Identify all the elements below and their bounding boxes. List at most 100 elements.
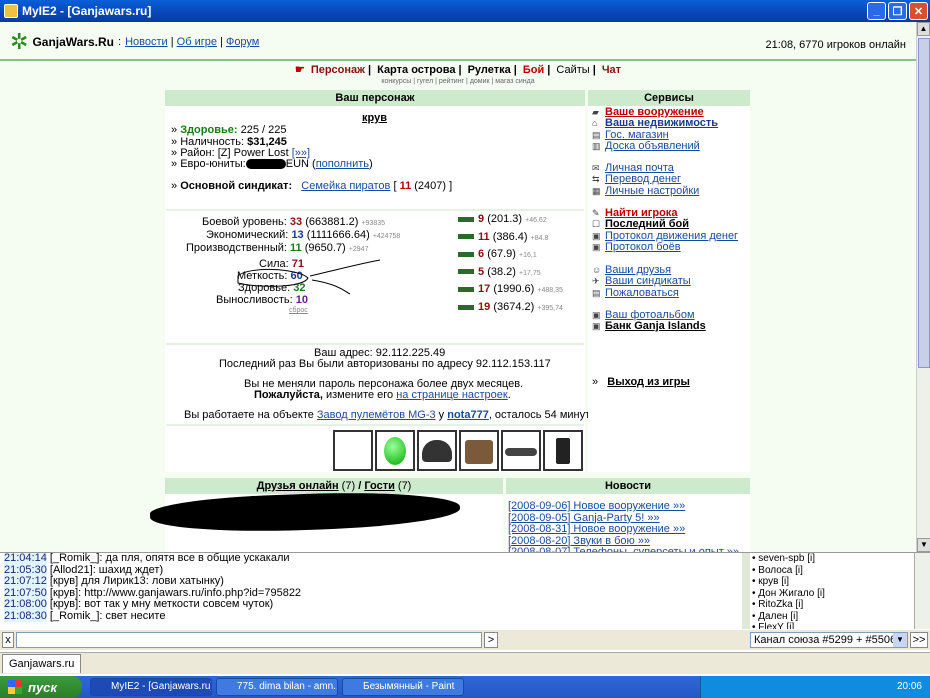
scroll-thumb[interactable]: [918, 38, 930, 368]
nav-map[interactable]: Карта острова: [377, 64, 455, 76]
taskbar-item-browser[interactable]: MyIE2 - [Ganjawars.ru]: [90, 678, 212, 696]
boots-icon: [465, 440, 493, 464]
user-list-item[interactable]: • Дален [i]: [752, 611, 912, 623]
news-heading: Новости: [506, 478, 750, 494]
item-slot-helicopter[interactable]: [501, 430, 541, 471]
nav-roulette[interactable]: Рулетка: [468, 64, 511, 76]
house-icon: ⌂: [592, 118, 598, 128]
shotgun-icon: [458, 251, 474, 257]
user-list-item[interactable]: • Дон Жигало [i]: [752, 588, 912, 600]
chat-scrollbar[interactable]: [742, 553, 750, 629]
service-item[interactable]: ✈ Ваши синдикаты: [592, 275, 691, 287]
helicopter-icon: [505, 448, 537, 456]
service-item[interactable]: ⌂ Ваша недвижимость: [592, 117, 718, 129]
user-list-scrollbar[interactable]: [914, 553, 930, 629]
user-list[interactable]: • seven-spb [i] • Волоса [i] • крув [i] • Д…: [752, 553, 912, 629]
nav-battle[interactable]: Бой: [523, 64, 544, 76]
complaint-icon: ▤: [592, 288, 601, 298]
weapon-skill-row: 9 (201.3) +46,62: [458, 213, 547, 225]
news-item[interactable]: [2008-09-06] Новое вооружение »»: [508, 500, 685, 512]
send-button[interactable]: >: [484, 632, 498, 648]
topup-link[interactable]: пополнить: [316, 158, 369, 170]
browser-window: MyIE2 - [Ganjawars.ru] _ ❐ ✕ ✲ GanjaWars…: [0, 0, 930, 698]
item-slot-phone[interactable]: [543, 430, 583, 471]
mail-icon: ✉: [592, 163, 600, 173]
news-item[interactable]: [2008-09-05] Ganja-Party 5! »»: [508, 512, 660, 524]
character-name[interactable]: крув: [362, 112, 387, 124]
chat-input[interactable]: [16, 632, 482, 648]
top-nav: Новости | Об игре | Форум: [125, 36, 260, 48]
guests-link[interactable]: Гости: [364, 480, 395, 492]
settings-link[interactable]: на странице настроек: [396, 389, 508, 401]
minimize-button[interactable]: _: [867, 2, 886, 20]
service-item[interactable]: ▤ Пожаловаться: [592, 287, 679, 299]
factory-link[interactable]: Завод пулемётов MG-3: [317, 409, 436, 421]
brand-name[interactable]: GanjaWars.Ru: [32, 35, 114, 49]
nav-about[interactable]: Об игре: [177, 36, 217, 48]
news-item[interactable]: [2008-08-31] Новое вооружение »»: [508, 523, 685, 535]
item-slot-helmet[interactable]: [417, 430, 457, 471]
leaf-logo-icon: ✲: [10, 29, 29, 54]
character-heading: Ваш персонаж: [165, 90, 585, 106]
page-scrollbar[interactable]: ▲ ▼: [916, 22, 930, 552]
item-slot-boots[interactable]: [459, 430, 499, 471]
taskbar-item-media[interactable]: 775. dima bilan - amn...: [216, 678, 338, 696]
nav-character[interactable]: Персонаж: [311, 64, 365, 76]
user-list-item[interactable]: • RitoZka [i]: [752, 599, 912, 611]
phone-icon: [556, 438, 570, 464]
nav-chat[interactable]: Чат: [602, 64, 621, 76]
more-button[interactable]: >>: [910, 632, 928, 648]
brand-separator: :: [118, 36, 122, 48]
panel-divider-3: [166, 424, 584, 426]
weapon-skill-row: 17 (1990.6) +488,35: [458, 283, 563, 295]
user-list-item[interactable]: • seven-spb [i]: [752, 553, 912, 565]
service-item[interactable]: ☐ Последний бой: [592, 218, 689, 230]
euro-row: » Евро-юниты: EUN (пополнить): [171, 158, 373, 170]
service-item[interactable]: ▣ Протокол боёв: [592, 241, 681, 253]
channel-select[interactable]: Канал союза #5299 + #5506 ▼: [750, 632, 908, 648]
owner-link[interactable]: nota777: [447, 409, 489, 421]
last-auth: Последний раз Вы были авторизованы по ад…: [219, 358, 551, 370]
service-item[interactable]: ▣ Банк Ganja Islands: [592, 320, 706, 332]
battle-icon: ☐: [592, 219, 601, 229]
item-slot-brass-knuckles[interactable]: [333, 430, 373, 471]
taskbar-item-paint[interactable]: Безымянный - Paint: [342, 678, 464, 696]
user-list-item[interactable]: • Волоса [i]: [752, 565, 912, 577]
friends-online-link[interactable]: Друзья онлайн: [257, 480, 339, 492]
log-icon: ▣: [592, 231, 601, 241]
window-titlebar[interactable]: MyIE2 - [Ganjawars.ru] _ ❐ ✕: [0, 0, 930, 22]
hand-drawn-annotation: [237, 259, 381, 295]
tab-ganjawars[interactable]: Ganjawars.ru: [2, 654, 82, 673]
nav-news[interactable]: Новости: [125, 36, 168, 48]
friends-icon: ☺: [592, 265, 602, 275]
user-list-item[interactable]: • FlexY [i]: [752, 622, 912, 629]
level-combat: Боевой уровень: 33 (663881.2) +93835: [202, 216, 386, 228]
stats-reset-link[interactable]: сброс: [289, 307, 308, 314]
friends-heading: Друзья онлайн (7) / Гости (7): [165, 478, 503, 494]
password-advice: Пожалуйста, измените его на странице нас…: [254, 389, 511, 401]
scroll-up-arrow-icon[interactable]: ▲: [917, 22, 930, 36]
window-title: MyIE2 - [Ganjawars.ru]: [22, 4, 152, 18]
chevron-down-icon: ▼: [893, 633, 907, 647]
nav-forum[interactable]: Форум: [226, 36, 259, 48]
scroll-down-arrow-icon[interactable]: ▼: [917, 538, 930, 552]
logout-link[interactable]: Выход из игры: [607, 376, 690, 388]
tray-clock: 20:06: [896, 681, 922, 692]
restore-button[interactable]: ❐: [888, 2, 907, 20]
nav-sites[interactable]: Сайты: [556, 64, 589, 76]
start-button[interactable]: пуск: [0, 676, 82, 698]
service-item[interactable]: ▦ Личные настройки: [592, 185, 699, 197]
service-item[interactable]: ▥ Доска объявлений: [592, 140, 700, 152]
page-content: ✲ GanjaWars.Ru : Новости | Об игре | Фор…: [0, 22, 916, 552]
syndicate-row: » Основной синдикат: Семейка пиратов [ 1…: [171, 180, 453, 192]
weapon-skill-row: 5 (38.2) +17,75: [458, 266, 541, 278]
syndicate-link[interactable]: Семейка пиратов: [301, 180, 390, 192]
item-slot-green-balloon[interactable]: [375, 430, 415, 471]
service-item[interactable]: ⇆ Перевод денег: [592, 173, 681, 185]
close-button[interactable]: ✕: [909, 2, 928, 20]
user-list-item[interactable]: • крув [i]: [752, 576, 912, 588]
chat-log[interactable]: 21:04:14 [_Romik_]: да пля, опятя все в …: [4, 553, 742, 629]
news-item[interactable]: [2008-08-20] Звуки в бою »»: [508, 535, 650, 547]
sub-nav[interactable]: конкурсы | гугел | рейтинг | домик | маг…: [0, 78, 916, 85]
clear-chat-button[interactable]: x: [2, 632, 14, 648]
